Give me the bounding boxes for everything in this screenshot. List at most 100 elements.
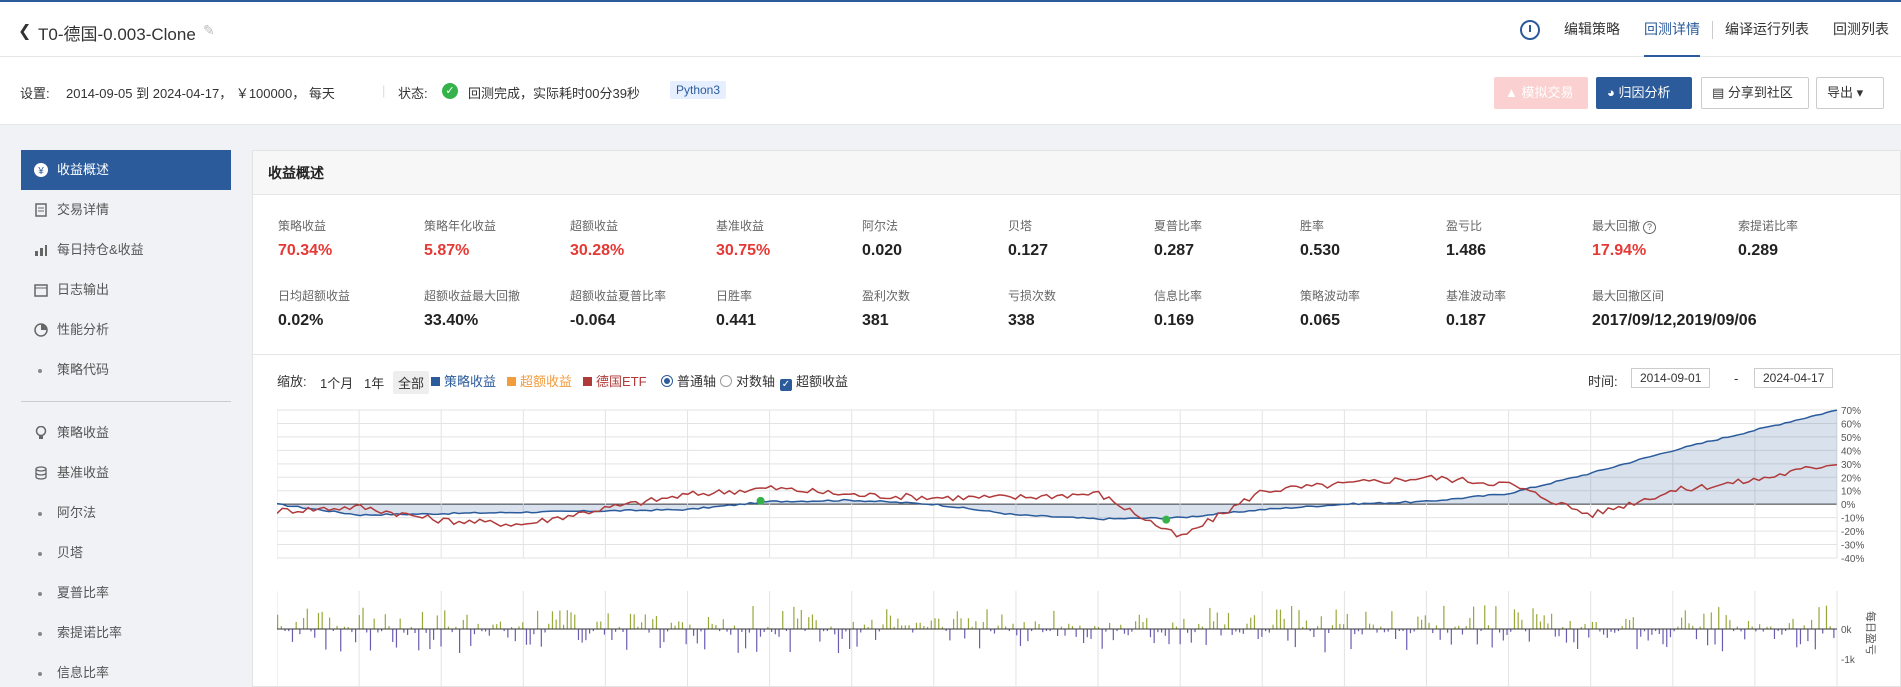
zoom-all[interactable]: 全部 bbox=[393, 371, 430, 394]
sidebar-item-performance[interactable]: 性能分析 bbox=[21, 310, 231, 350]
sidebar-item-return-overview[interactable]: ¥ 收益概述 bbox=[21, 150, 231, 190]
yen-circle-icon: ¥ bbox=[34, 163, 48, 177]
daily-pnl-bar-chart[interactable]: 0k -1k 每日盈亏 bbox=[277, 571, 1877, 686]
pnl-bar bbox=[555, 619, 557, 629]
time-label: 时间: bbox=[1588, 374, 1618, 389]
pnl-bar bbox=[722, 619, 724, 629]
metric-value: 17.94% bbox=[1592, 242, 1647, 259]
pnl-bar bbox=[277, 614, 279, 629]
pnl-bar bbox=[1090, 629, 1092, 639]
date-from-input[interactable]: 2014-09-01 bbox=[1631, 368, 1711, 388]
nav-edit-strategy[interactable]: 编辑策略 bbox=[1552, 2, 1632, 57]
pnl-bar bbox=[1183, 618, 1185, 629]
legend-swatch bbox=[583, 377, 592, 386]
pnl-bar bbox=[1640, 629, 1642, 637]
pnl-bar bbox=[325, 629, 327, 650]
nav-compile-run-list[interactable]: 编译运行列表 bbox=[1713, 2, 1821, 57]
pnl-bar bbox=[1391, 611, 1393, 629]
pnl-bar bbox=[607, 613, 609, 629]
pnl-bar bbox=[1725, 615, 1727, 629]
sidebar-item-trade-detail[interactable]: 交易详情 bbox=[21, 190, 231, 230]
sidebar-item-alpha[interactable]: 阿尔法 bbox=[21, 493, 231, 533]
pnl-bar bbox=[748, 629, 750, 633]
zoom-label: 缩放: bbox=[277, 374, 307, 389]
attribution-button[interactable]: ◕ 归因分析 bbox=[1596, 77, 1692, 109]
pnl-bar bbox=[759, 629, 762, 637]
pnl-bar bbox=[1324, 629, 1326, 653]
pnl-bar bbox=[975, 621, 977, 629]
pnl-bar bbox=[1187, 629, 1189, 633]
pnl-bar bbox=[603, 629, 606, 635]
nav-backtest-list[interactable]: 回测列表 bbox=[1821, 2, 1901, 57]
axis-log-radio[interactable]: 对数轴 bbox=[720, 371, 775, 390]
y-tick-label: 40% bbox=[1841, 446, 1861, 457]
sidebar-item-log-output[interactable]: 日志输出 bbox=[21, 270, 231, 310]
legend-strategy[interactable]: 策略收益 bbox=[431, 371, 496, 390]
pnl-bar bbox=[808, 617, 810, 629]
pnl-bar bbox=[997, 625, 999, 629]
pnl-bar bbox=[525, 629, 528, 645]
pnl-bar bbox=[1250, 617, 1252, 629]
pnl-bar bbox=[1120, 624, 1122, 629]
sidebar-item-information-ratio[interactable]: 信息比率 bbox=[21, 653, 231, 687]
export-dropdown[interactable]: 导出 ▾ bbox=[1816, 77, 1884, 109]
excess-checkbox[interactable]: ✓ 超额收益 bbox=[780, 371, 848, 391]
pnl-bar bbox=[499, 621, 502, 629]
sidebar-item-sharpe[interactable]: 夏普比率 bbox=[21, 573, 231, 613]
pnl-bar bbox=[1294, 629, 1296, 648]
sidebar-item-benchmark-return[interactable]: 基准收益 bbox=[21, 453, 231, 493]
metric-benchmark-volatility: 基准波动率 0.187 bbox=[1446, 287, 1592, 330]
pnl-bar bbox=[1658, 629, 1660, 634]
metric-label: 策略收益 bbox=[278, 219, 327, 233]
nav-backtest-detail[interactable]: 回测详情 bbox=[1632, 2, 1712, 57]
pnl-bar bbox=[436, 615, 438, 629]
simulate-trade-button[interactable]: ▲ 模拟交易 bbox=[1494, 77, 1588, 109]
series-area bbox=[277, 410, 1837, 520]
pnl-bar bbox=[1447, 629, 1449, 633]
pnl-bar bbox=[1164, 629, 1166, 636]
pnl-bar bbox=[425, 629, 427, 633]
legend-benchmark[interactable]: 德国ETF bbox=[583, 371, 647, 390]
sidebar-item-beta[interactable]: 贝塔 bbox=[21, 533, 231, 573]
pnl-bar bbox=[488, 629, 490, 636]
pnl-bar bbox=[674, 625, 676, 629]
pnl-bar bbox=[1372, 624, 1374, 629]
pnl-bar bbox=[1569, 620, 1571, 629]
pnl-bar bbox=[663, 629, 665, 643]
pnl-bar bbox=[837, 629, 840, 653]
zoom-1-year[interactable]: 1年 bbox=[359, 371, 389, 394]
sidebar-item-sortino[interactable]: 索提诺比率 bbox=[21, 613, 231, 653]
pnl-bar bbox=[1528, 629, 1530, 642]
pnl-bar bbox=[886, 609, 888, 629]
pnl-bar bbox=[1101, 629, 1103, 649]
pnl-bar bbox=[1064, 629, 1066, 636]
chevron-left-icon[interactable]: ❮ bbox=[18, 21, 31, 41]
pnl-bar bbox=[1279, 609, 1282, 629]
date-to-input[interactable]: 2024-04-17 bbox=[1754, 368, 1834, 388]
sidebar-item-strategy-return[interactable]: 策略收益 bbox=[21, 413, 231, 453]
y-axis-label: 每日盈亏 bbox=[1864, 611, 1877, 655]
sidebar-item-daily-position[interactable]: 每日持仓&收益 bbox=[21, 230, 231, 270]
pnl-bar bbox=[377, 629, 379, 633]
pencil-icon[interactable]: ✎ bbox=[203, 22, 215, 39]
pnl-bar bbox=[1053, 610, 1055, 629]
help-icon[interactable]: ? bbox=[1643, 221, 1657, 234]
pnl-bar bbox=[1198, 623, 1200, 629]
pnl-bar bbox=[596, 621, 598, 629]
strategy-title: T0-德国-0.003-Clone bbox=[38, 25, 196, 44]
pnl-bar bbox=[707, 617, 710, 629]
zoom-1-month[interactable]: 1个月 bbox=[315, 371, 358, 394]
legend-excess[interactable]: 超额收益 bbox=[507, 371, 572, 390]
pnl-bar bbox=[1666, 629, 1668, 648]
settings-bar: 设置: 2014-09-05 到 2024-04-17， ￥100000， 每天… bbox=[0, 57, 1901, 125]
legend-swatch bbox=[507, 377, 516, 386]
metric-max-drawdown: 最大回撤? 17.94% bbox=[1592, 217, 1738, 260]
axis-normal-radio[interactable]: 普通轴 bbox=[661, 371, 716, 390]
pnl-bar bbox=[655, 615, 658, 629]
return-line-chart[interactable]: 70%60%50%40%30%20%10%0%-10%-20%-30%-40%收… bbox=[277, 404, 1877, 564]
pnl-bar bbox=[1695, 629, 1698, 640]
share-button[interactable]: ▤ 分享到社区 bbox=[1701, 77, 1809, 109]
pnl-bar bbox=[737, 629, 739, 653]
top-nav: 编辑策略 回测详情 编译运行列表 回测列表 bbox=[1520, 2, 1901, 57]
sidebar-item-strategy-code[interactable]: 策略代码 bbox=[21, 350, 231, 390]
